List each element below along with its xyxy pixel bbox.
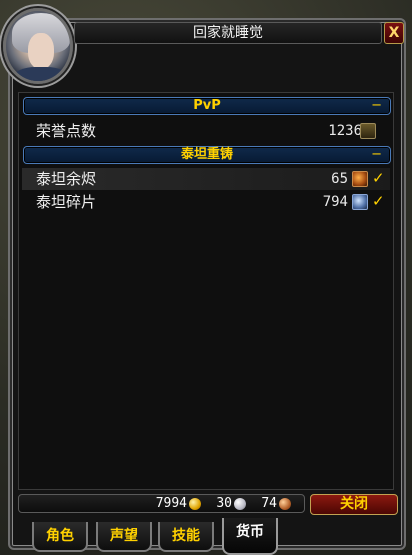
silver-amount: 30 bbox=[216, 496, 232, 511]
tab-character[interactable]: 角色 bbox=[32, 522, 88, 552]
currency-label: 泰坦碎片 bbox=[36, 193, 97, 211]
gold-amount: 7994 bbox=[155, 496, 187, 511]
tracked-check-icon[interactable]: ✓ bbox=[372, 169, 386, 187]
currency-row-honor[interactable]: 荣誉点数 1236 bbox=[22, 120, 390, 142]
window-title: 回家就睡觉 bbox=[193, 25, 263, 41]
currency-label: 荣誉点数 bbox=[36, 122, 97, 140]
titan-ember-icon bbox=[352, 171, 368, 187]
close-window-button[interactable]: X bbox=[384, 22, 404, 44]
currency-row-titan-shard[interactable]: 泰坦碎片 794 ✓ bbox=[22, 191, 390, 213]
honor-icon bbox=[360, 123, 376, 139]
tab-skills[interactable]: 技能 bbox=[158, 522, 214, 552]
collapse-icon[interactable]: − bbox=[371, 98, 382, 113]
titan-shard-icon bbox=[352, 194, 368, 210]
silver-coin-icon bbox=[234, 498, 246, 510]
currency-label: 泰坦余烬 bbox=[36, 170, 97, 188]
portrait-face bbox=[28, 33, 54, 69]
currency-amount: 1236 bbox=[328, 123, 362, 139]
tab-reputation[interactable]: 声望 bbox=[96, 522, 152, 552]
currency-row-titan-ember[interactable]: 泰坦余烬 65 ✓ bbox=[22, 168, 390, 190]
currency-amount: 65 bbox=[331, 171, 348, 187]
copper-coin-icon bbox=[279, 498, 291, 510]
gold-coin-icon bbox=[189, 498, 201, 510]
copper-amount: 74 bbox=[261, 496, 277, 511]
tab-currency[interactable]: 货币 bbox=[222, 518, 278, 555]
tracked-check-icon[interactable]: ✓ bbox=[372, 192, 386, 210]
collapse-icon[interactable]: − bbox=[371, 147, 382, 162]
category-header-pvp[interactable]: PvP − bbox=[23, 97, 391, 115]
category-title: 泰坦重铸 bbox=[180, 147, 233, 162]
close-button[interactable]: 关闭 bbox=[310, 494, 398, 515]
category-header-titanforge[interactable]: 泰坦重铸 − bbox=[23, 146, 391, 164]
character-portrait bbox=[3, 8, 73, 84]
currency-amount: 794 bbox=[322, 194, 348, 210]
category-title: PvP bbox=[193, 98, 221, 113]
